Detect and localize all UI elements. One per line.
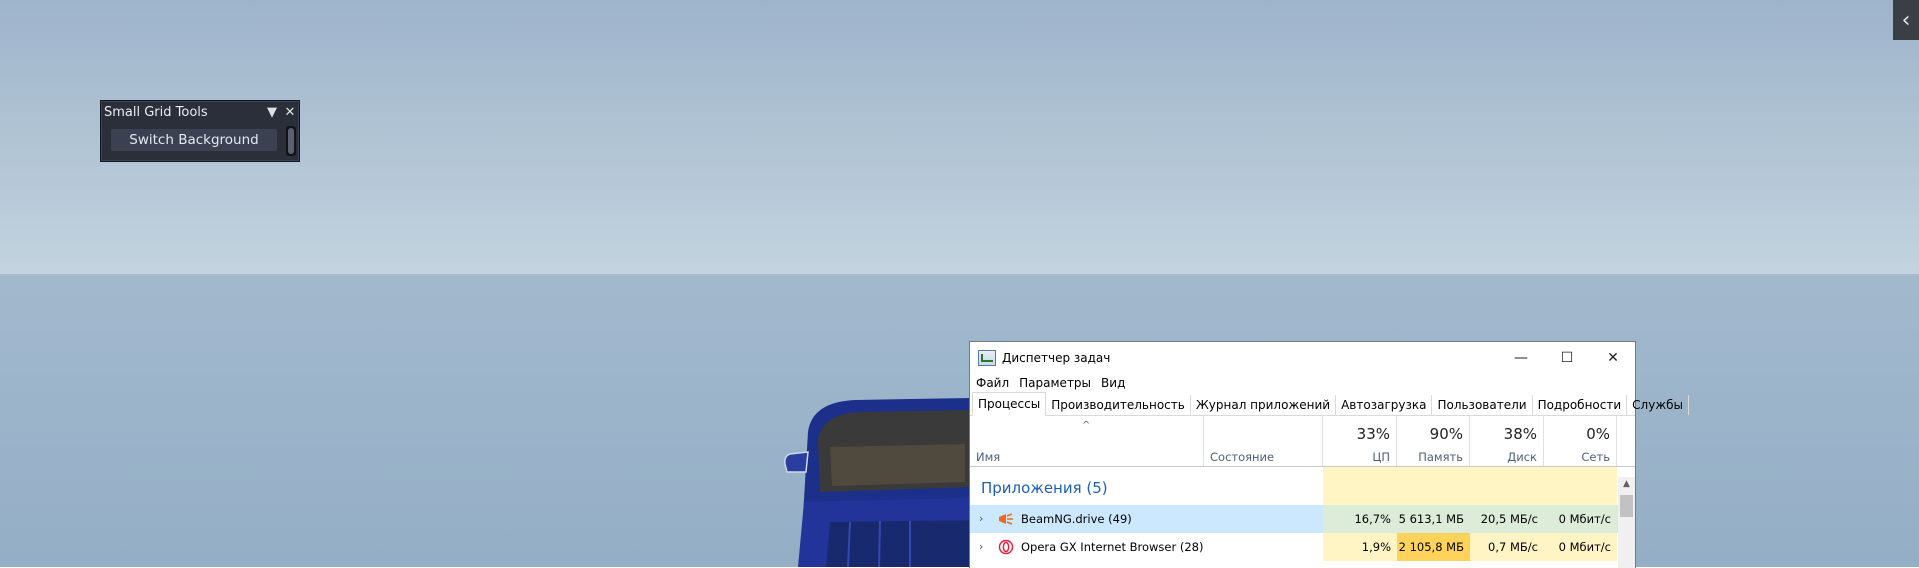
column-memory[interactable]: 90% Память bbox=[1397, 416, 1470, 466]
group-title: Приложения (5) bbox=[981, 479, 1108, 497]
column-name[interactable]: ^ Имя bbox=[970, 416, 1204, 466]
minimize-button[interactable]: — bbox=[1498, 342, 1544, 373]
process-name: BeamNG.drive (49) bbox=[1021, 512, 1132, 526]
tab-bar: Процессы Производительность Журнал прило… bbox=[970, 392, 1690, 416]
menu-bar: Файл Параметры Вид bbox=[970, 373, 1635, 393]
network-label: Сеть bbox=[1581, 450, 1610, 464]
close-button[interactable]: ✕ bbox=[1590, 342, 1636, 373]
tab-processes[interactable]: Процессы bbox=[972, 392, 1047, 416]
horizon-line bbox=[0, 274, 1919, 276]
panel-titlebar[interactable]: Small Grid Tools ▼ ✕ bbox=[101, 101, 299, 123]
disk-label: Диск bbox=[1507, 450, 1537, 464]
tab-details[interactable]: Подробности bbox=[1533, 395, 1628, 415]
column-disk[interactable]: 38% Диск bbox=[1470, 416, 1544, 466]
cpu-cell: 1,9% bbox=[1323, 533, 1397, 561]
group-header-apps[interactable]: Приложения (5) bbox=[970, 467, 1635, 505]
sort-arrow-icon: ^ bbox=[1082, 420, 1091, 431]
maximize-button[interactable]: ☐ bbox=[1544, 342, 1590, 373]
tab-startup[interactable]: Автозагрузка bbox=[1336, 395, 1433, 415]
group-metric-bg bbox=[1323, 467, 1617, 505]
switch-background-button[interactable]: Switch Background bbox=[111, 129, 277, 151]
cpu-cell: 16,7% bbox=[1323, 505, 1397, 533]
panel-title: Small Grid Tools bbox=[104, 104, 208, 120]
tab-app-history[interactable]: Журнал приложений bbox=[1191, 395, 1337, 415]
memory-cell: 5 613,1 МБ bbox=[1397, 505, 1470, 533]
collapse-panel-tab[interactable]: ‹ bbox=[1893, 0, 1919, 40]
panel-body: Switch Background bbox=[105, 126, 283, 156]
dropdown-triangle-icon[interactable]: ▼ bbox=[263, 105, 281, 120]
column-name-label: Имя bbox=[976, 450, 1001, 464]
task-manager-icon bbox=[978, 349, 996, 366]
panel-scrollbar[interactable] bbox=[286, 126, 296, 156]
opera-gx-icon bbox=[998, 539, 1014, 555]
disk-total: 38% bbox=[1503, 425, 1537, 443]
close-icon[interactable]: ✕ bbox=[281, 105, 299, 120]
tab-services[interactable]: Службы bbox=[1627, 395, 1690, 415]
tab-users[interactable]: Пользователи bbox=[1432, 395, 1533, 415]
network-total: 0% bbox=[1586, 425, 1610, 443]
memory-label: Память bbox=[1418, 450, 1463, 464]
scroll-up-icon[interactable]: ▲ bbox=[1618, 479, 1635, 493]
disk-cell: 0,7 МБ/с bbox=[1470, 533, 1544, 561]
network-cell: 0 Мбит/с bbox=[1544, 533, 1617, 561]
scroll-thumb[interactable] bbox=[1620, 495, 1633, 517]
title-bar[interactable]: Диспетчер задач — ☐ ✕ bbox=[970, 342, 1635, 373]
task-manager-window: Диспетчер задач — ☐ ✕ Файл Параметры Вид… bbox=[969, 341, 1690, 568]
pickup-truck bbox=[784, 398, 1000, 567]
memory-total: 90% bbox=[1429, 425, 1463, 443]
process-list: Приложения (5) › BeamNG.drive (49) 16,7%… bbox=[970, 467, 1635, 561]
expand-chevron-icon[interactable]: › bbox=[979, 512, 983, 525]
disk-cell: 20,5 МБ/с bbox=[1470, 505, 1544, 533]
beamng-icon bbox=[999, 513, 1013, 525]
tab-performance[interactable]: Производительность bbox=[1046, 395, 1191, 415]
menu-options[interactable]: Параметры bbox=[1019, 376, 1091, 390]
vertical-scrollbar[interactable]: ▲ bbox=[1618, 477, 1635, 568]
column-header-row: ^ Имя Состояние 33% ЦП 90% Память 38% Ди… bbox=[970, 416, 1635, 467]
expand-chevron-icon[interactable]: › bbox=[979, 540, 983, 553]
small-grid-tools-panel: Small Grid Tools ▼ ✕ Switch Background bbox=[100, 100, 300, 162]
process-name: Opera GX Internet Browser (28) bbox=[1021, 540, 1204, 554]
window-title: Диспетчер задач bbox=[1002, 350, 1111, 365]
cpu-total: 33% bbox=[1356, 425, 1390, 443]
column-cpu[interactable]: 33% ЦП bbox=[1323, 416, 1397, 466]
network-cell: 0 Мбит/с bbox=[1544, 505, 1617, 533]
column-status-label: Состояние bbox=[1210, 450, 1275, 464]
memory-cell: 2 105,8 МБ bbox=[1397, 533, 1470, 561]
column-network[interactable]: 0% Сеть bbox=[1544, 416, 1617, 466]
chevron-left-icon: ‹ bbox=[1901, 7, 1911, 33]
table-row[interactable]: › BeamNG.drive (49) 16,7% 5 613,1 МБ 20,… bbox=[970, 505, 1635, 533]
table-row[interactable]: › Opera GX Internet Browser (28) 1,9% 2 … bbox=[970, 533, 1635, 561]
menu-file[interactable]: Файл bbox=[976, 376, 1009, 390]
cpu-label: ЦП bbox=[1372, 450, 1390, 464]
column-status[interactable]: Состояние bbox=[1204, 416, 1323, 466]
menu-view[interactable]: Вид bbox=[1101, 376, 1125, 390]
